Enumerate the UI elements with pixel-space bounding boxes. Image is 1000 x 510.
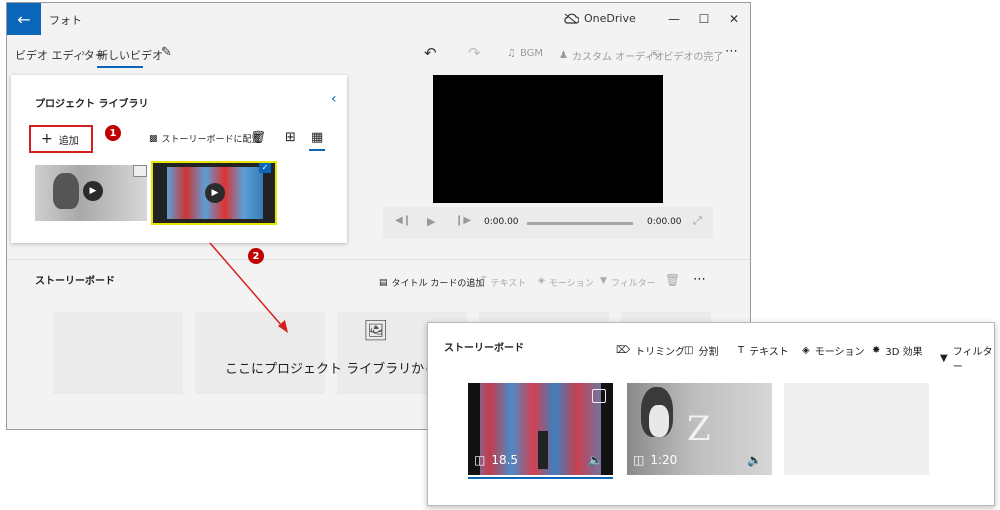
3d-effects-button[interactable]: ✸ 3D 効果	[872, 343, 923, 358]
clip-duration: ◫ 18.5	[474, 453, 518, 467]
zoom-filter-button[interactable]: ▼ フィルター	[940, 343, 994, 373]
trim-icon: ⌦	[616, 345, 631, 356]
zoom-motion-label: モーション	[814, 347, 865, 358]
storyboard-clip-2[interactable]: Z ◫ 1:20 🔈	[627, 383, 772, 475]
clip-face-shape	[649, 405, 669, 437]
motion-icon: ◈	[802, 345, 810, 356]
zoom-motion-button[interactable]: ◈ モーション	[802, 343, 865, 358]
zoom-text-label: テキスト	[749, 347, 789, 358]
clip-person-shape	[538, 431, 548, 469]
clip-select-checkbox[interactable]	[592, 389, 606, 403]
3d-effects-icon: ✸	[872, 345, 881, 356]
film-icon: ◫	[474, 453, 486, 467]
speaker-icon[interactable]: 🔈	[588, 453, 603, 467]
split-label: 分割	[698, 347, 719, 358]
clip-watermark-letter: Z	[687, 409, 711, 449]
storyboard-clip-1[interactable]: ◫ 18.5 🔈	[468, 383, 613, 475]
filter-icon: ▼	[940, 352, 948, 364]
clip-2-duration: 1:20	[650, 453, 678, 467]
clip-duration: ◫ 1:20	[633, 453, 677, 467]
clip-1-duration: 18.5	[491, 453, 519, 467]
trimming-label: トリミング	[635, 347, 686, 358]
annotation-step-2: 2	[248, 248, 264, 264]
zoom-filter-label: フィルター	[952, 347, 993, 373]
speaker-icon[interactable]: 🔈	[747, 453, 762, 467]
3d-effects-label: 3D 効果	[885, 347, 923, 358]
split-button[interactable]: ◫ 分割	[684, 343, 718, 358]
trimming-button[interactable]: ⌦ トリミング	[616, 343, 685, 358]
zoom-text-button[interactable]: T テキスト	[738, 343, 789, 358]
zoom-storyboard-title: ストーリーボード	[444, 343, 524, 354]
text-icon: T	[738, 345, 745, 356]
split-icon: ◫	[684, 345, 694, 356]
film-icon: ◫	[633, 453, 645, 467]
storyboard-empty-slot[interactable]	[784, 383, 929, 475]
zoomed-storyboard-inset: ストーリーボード ⌦ トリミング ◫ 分割 T テキスト ◈ モーション ✸ 3…	[427, 322, 995, 506]
clip-1-selected-underline	[468, 477, 613, 479]
